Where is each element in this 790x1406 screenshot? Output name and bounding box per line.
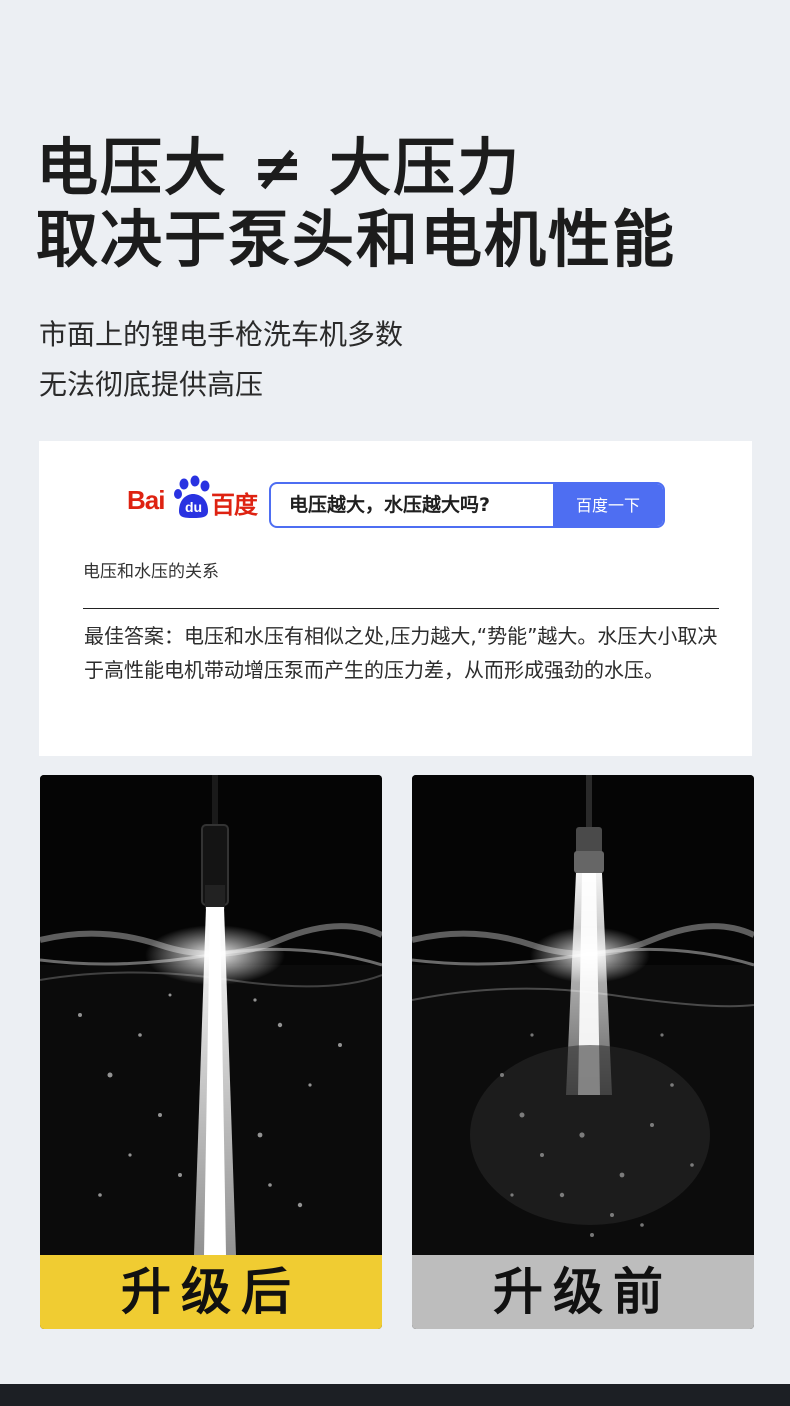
result-answer: 最佳答案：电压和水压有相似之处,压力越大,“势能”越大。水压大小取决于高性能电机… bbox=[84, 624, 718, 682]
subtitle-line-1: 市面上的锂电手枪洗车机多数 bbox=[39, 318, 404, 351]
headline-line-2: 取决于泵头和电机性能 bbox=[36, 203, 677, 276]
after-upgrade-panel: 升级后 bbox=[40, 775, 382, 1329]
baidu-logo-latin: Bai bbox=[127, 485, 165, 515]
baidu-logo-du: du bbox=[185, 499, 202, 515]
baidu-search-card: Bai du 百度 百度一下 电压和水压的关系 最佳答案：电压和水压有相似之处,… bbox=[39, 441, 752, 756]
result-divider bbox=[83, 608, 719, 609]
baidu-paw-icon: du bbox=[174, 475, 210, 518]
baidu-logo: Bai du 百度 bbox=[127, 475, 259, 519]
search-input[interactable] bbox=[271, 484, 553, 526]
headline-line-1: 电压大 ≠ 大压力 bbox=[36, 131, 522, 204]
result-title[interactable]: 电压和水压的关系 bbox=[83, 557, 219, 582]
subtitle-line-2: 无法彻底提供高压 bbox=[39, 368, 264, 401]
search-box: 百度一下 bbox=[269, 482, 665, 528]
baidu-logo-cn: 百度 bbox=[211, 491, 258, 519]
after-upgrade-label: 升级后 bbox=[40, 1255, 382, 1329]
footer-bar bbox=[0, 1384, 790, 1406]
before-upgrade-label: 升级前 bbox=[412, 1255, 754, 1329]
before-upgrade-panel: 升级前 bbox=[412, 775, 754, 1329]
before-spray-image bbox=[412, 775, 754, 1255]
headline: 电压大 ≠ 大压力 取决于泵头和电机性能 bbox=[36, 132, 676, 276]
search-button[interactable]: 百度一下 bbox=[553, 484, 663, 526]
subtitle: 市面上的锂电手枪洗车机多数 无法彻底提供高压 bbox=[39, 310, 403, 410]
after-spray-image bbox=[40, 775, 382, 1255]
